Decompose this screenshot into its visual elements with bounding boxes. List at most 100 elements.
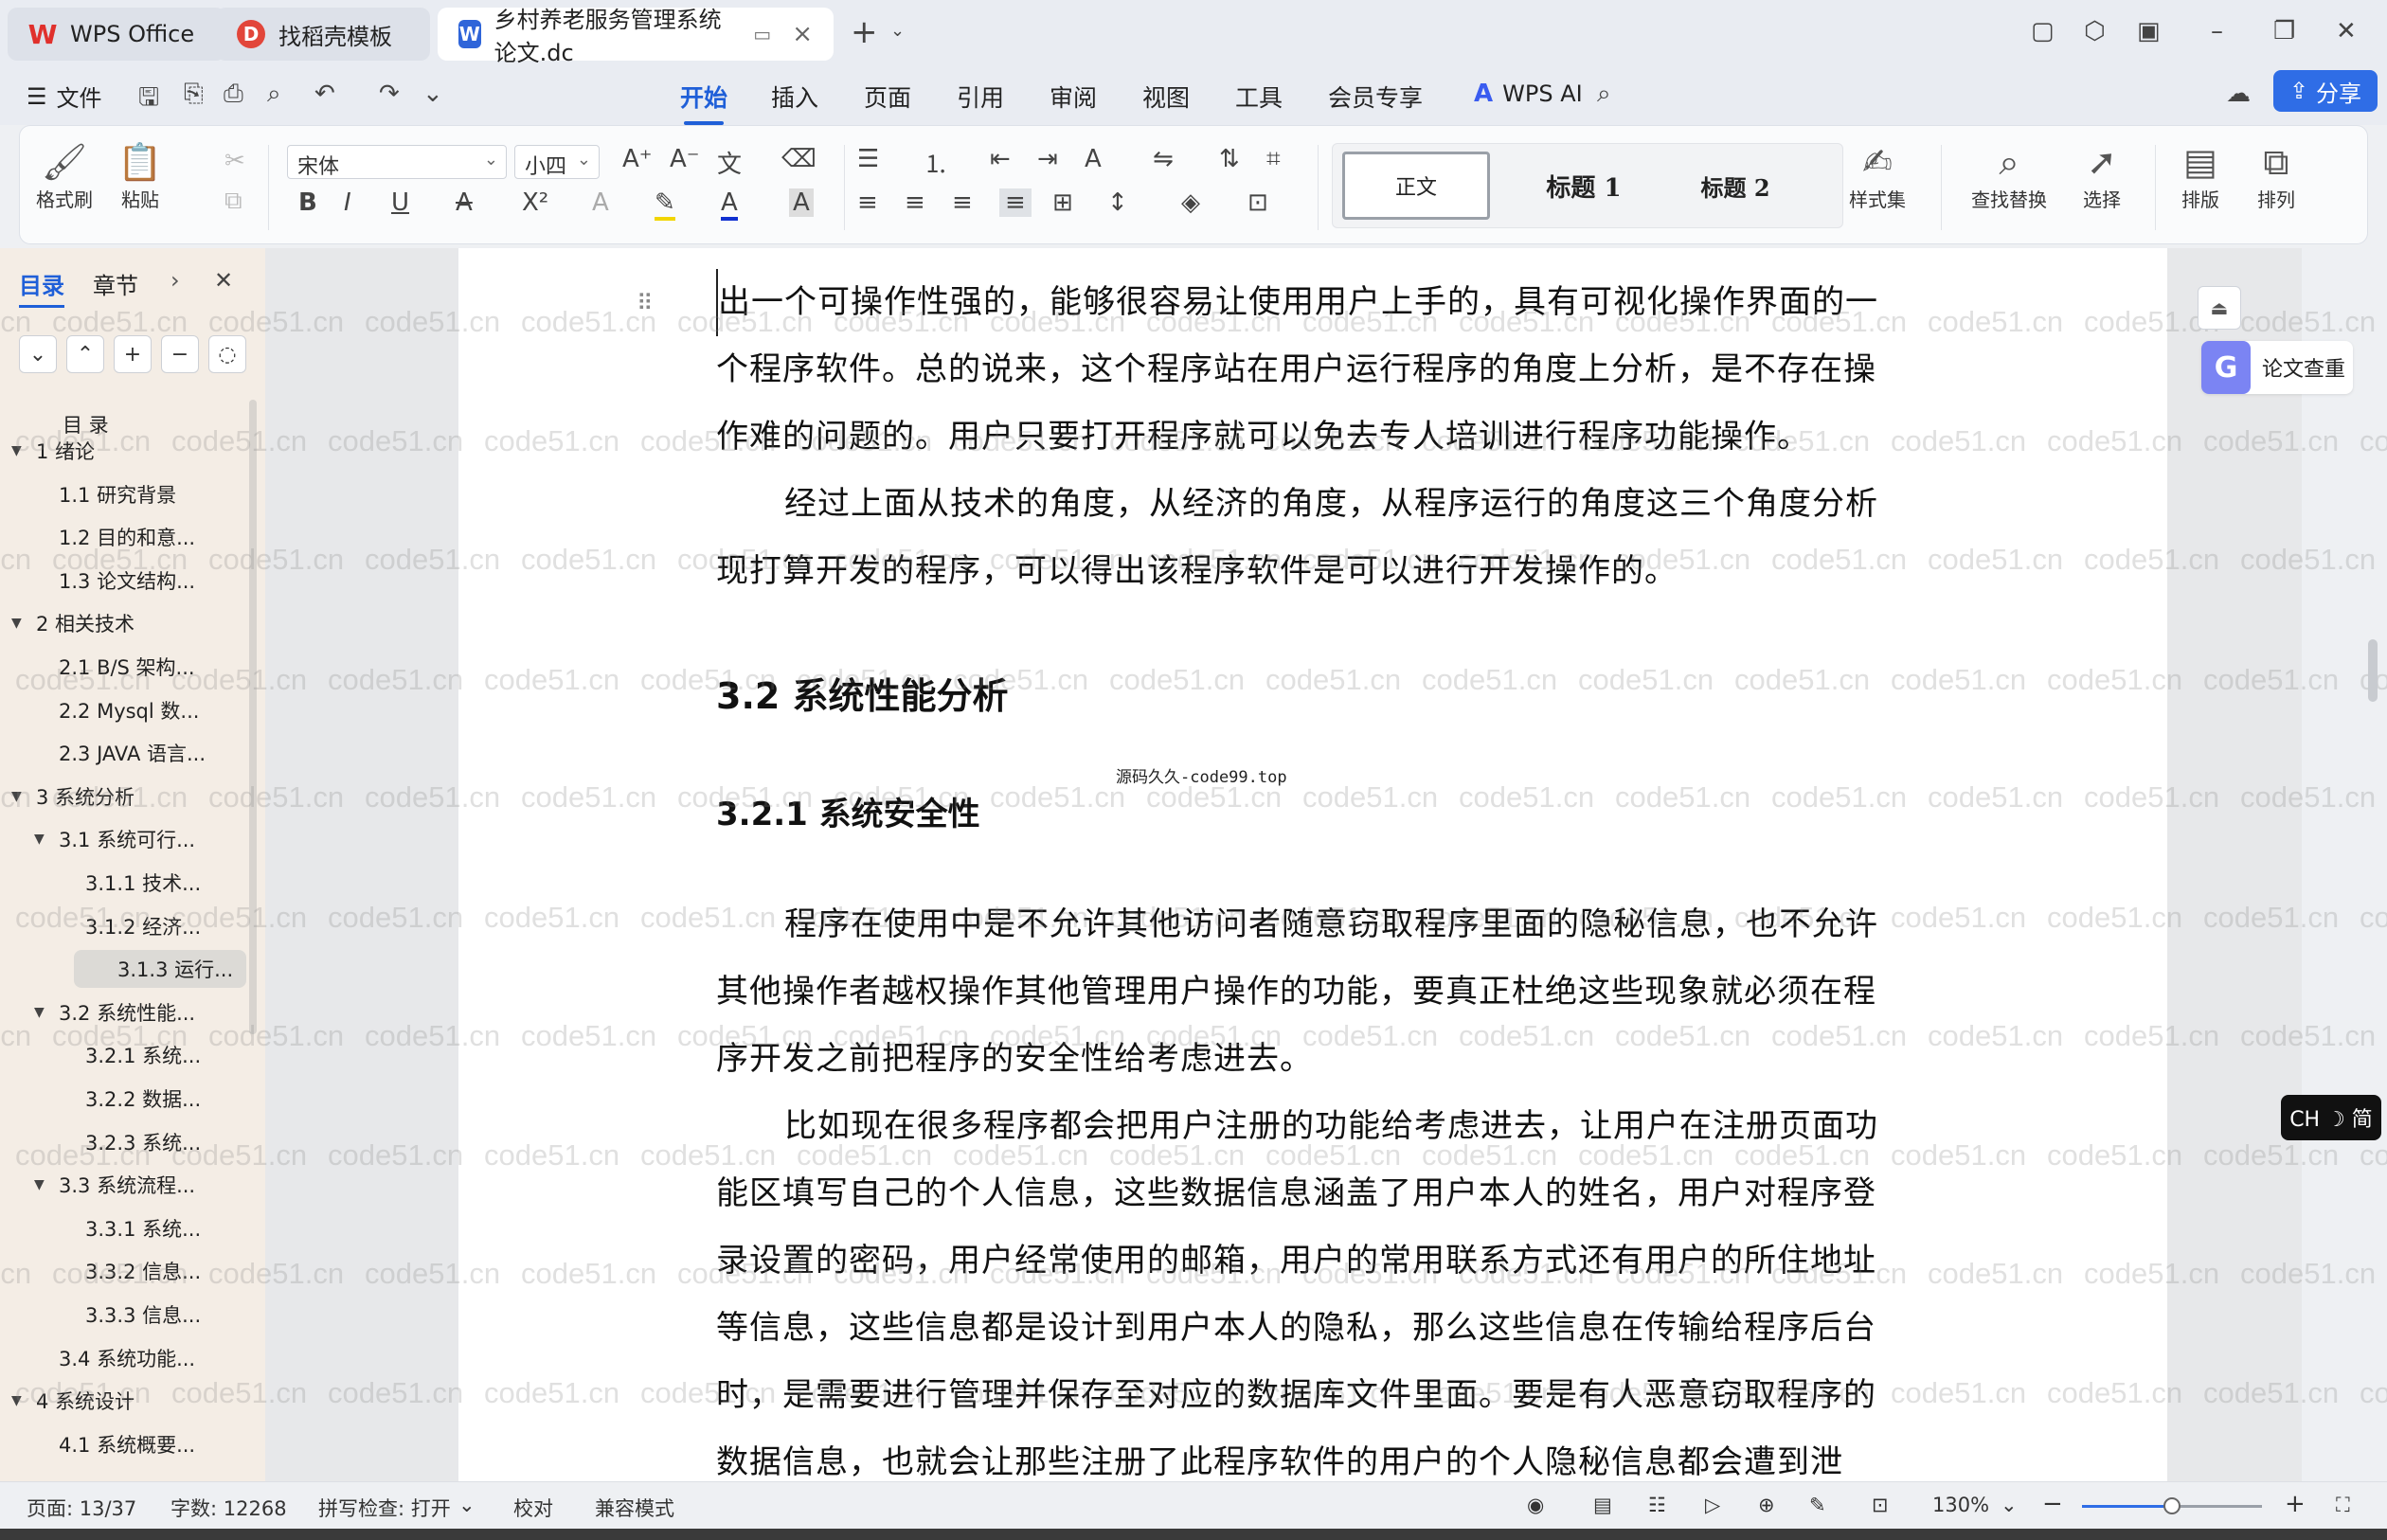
zoom-out-icon[interactable]: − (2042, 1490, 2063, 1518)
chinese-layout-icon[interactable]: ⇋ (1153, 145, 1174, 173)
toc-item[interactable]: 3.2.2 数据... (85, 1080, 201, 1118)
collapse-icon[interactable]: ⌄ (19, 335, 57, 373)
tab-references[interactable]: 引用 (957, 80, 1004, 114)
tab-template[interactable]: D 找稻壳模板 (216, 8, 430, 61)
cut-icon[interactable]: ✂ (224, 147, 245, 175)
decrease-indent-icon[interactable]: ⇤ (990, 145, 1011, 173)
find-replace-button[interactable]: ⌕ 查找替换 (1960, 139, 2058, 212)
chevron-right-icon[interactable]: › (170, 267, 180, 294)
play-icon[interactable]: ▷ (1705, 1494, 1720, 1516)
drag-handle-icon[interactable]: ⠿ (637, 290, 654, 316)
grow-font-icon[interactable]: A⁺ (622, 145, 653, 173)
close-tab-icon[interactable]: × (792, 20, 813, 48)
page-indicator[interactable]: 页面: 13/37 (27, 1494, 136, 1522)
export-icon[interactable]: ⎘ (184, 80, 204, 109)
tab-document[interactable]: W 乡村养老服务管理系统论文.dc ▭ × (438, 7, 834, 66)
toc-item[interactable]: 3.2 系统性能... (59, 994, 195, 1031)
tab-insert[interactable]: 插入 (771, 80, 818, 114)
tab-toc[interactable]: 目录 (19, 267, 64, 308)
expand-arrow-icon[interactable]: ▼ (11, 443, 22, 458)
tab-list-chevron-icon[interactable]: ⌄ (890, 21, 905, 41)
show-marks-icon[interactable]: ⌗ (1266, 145, 1281, 174)
distributed-icon[interactable]: ⊞ (1052, 188, 1073, 217)
ime-indicator[interactable]: CH ☽ 简 (2281, 1095, 2381, 1140)
add-icon[interactable]: + (114, 335, 152, 373)
font-name-select[interactable]: 宋体 ⌄ (287, 145, 507, 179)
zoom-menu-chevron-icon[interactable]: ⌄ (2001, 1494, 2018, 1516)
expand-arrow-icon[interactable]: ▼ (11, 789, 22, 804)
layout-button[interactable]: ▤ 排版 (2170, 139, 2231, 212)
strikethrough-icon[interactable]: A (456, 188, 473, 217)
toc-item[interactable]: 2 相关技术 (36, 604, 135, 642)
toc-item[interactable]: 2.1 B/S 架构... (59, 648, 195, 686)
text-direction-icon[interactable]: A (1085, 145, 1102, 173)
italic-icon[interactable]: I (344, 188, 351, 217)
tab-wps-office[interactable]: W WPS Office (8, 8, 225, 61)
zoom-in-icon[interactable]: + (2285, 1490, 2306, 1518)
paragraph-4[interactable]: 比如现在很多程序都会把用户注册的功能给考虑进去，让用户在注册页面功 能区填写自己… (716, 1093, 1910, 1496)
expand-arrow-icon[interactable]: ▼ (34, 832, 45, 847)
toc-item[interactable]: 3.1.1 技术... (85, 864, 201, 902)
fullscreen-icon[interactable]: ⛶ (2336, 1494, 2350, 1517)
paste-button[interactable]: 📋 粘贴 (107, 139, 173, 212)
style-heading-1[interactable]: 标题 1 (1513, 152, 1655, 220)
toc-item[interactable]: 3.2.1 系统... (85, 1036, 201, 1074)
line-spacing-icon[interactable]: ↕ (1107, 188, 1128, 217)
more-icon[interactable]: ◌ (208, 335, 246, 373)
page-view-icon[interactable]: ▤ (1593, 1494, 1612, 1516)
chevron-down-icon[interactable]: ⌄ (458, 1494, 476, 1516)
pen-icon[interactable]: ✎ (1809, 1494, 1826, 1516)
web-view-icon[interactable]: ⊕ (1758, 1494, 1775, 1516)
paragraph-1[interactable]: 出一个可操作性强的，能够很容易让使用用户上手的，具有可视化操作界面的一 个程序软… (716, 269, 1910, 471)
expand-arrow-icon[interactable]: ▼ (34, 1005, 45, 1020)
word-count[interactable]: 字数: 12268 (170, 1494, 287, 1522)
paragraph-3[interactable]: 程序在使用中是不允许其他访问者随意窃取程序里面的隐秘信息，也不允许 其他操作者越… (716, 891, 1910, 1093)
fit-page-icon[interactable]: ⊡ (1872, 1494, 1889, 1516)
toc-item[interactable]: 3.3.2 信息... (85, 1252, 201, 1290)
toc-item[interactable]: 2.2 Mysql 数... (59, 691, 199, 729)
select-button[interactable]: ➚ 选择 (2072, 139, 2132, 212)
undo-icon[interactable]: ↶ (314, 80, 335, 108)
zoom-slider-thumb[interactable] (2163, 1497, 2181, 1514)
shrink-font-icon[interactable]: A⁻ (670, 145, 700, 173)
style-set-button[interactable]: ✍ 样式集 (1837, 139, 1918, 212)
toc-item[interactable]: 3.1 系统可行... (59, 820, 195, 858)
expand-arrow-icon[interactable]: ▼ (34, 1177, 45, 1192)
paper-check-button[interactable]: G 论文查重 (2201, 341, 2353, 394)
justify-icon[interactable]: ≡ (999, 188, 1032, 217)
increase-indent-icon[interactable]: ⇥ (1037, 145, 1058, 173)
align-right-icon[interactable]: ≡ (952, 188, 973, 217)
toc-item[interactable]: 1.1 研究背景 (59, 475, 176, 513)
text-effect-icon[interactable]: A (592, 188, 609, 217)
new-tab-icon[interactable]: + (851, 13, 878, 51)
close-window-icon[interactable]: ✕ (2336, 17, 2357, 45)
align-center-icon[interactable]: ≡ (905, 188, 925, 217)
bold-icon[interactable]: B (298, 188, 317, 217)
remove-icon[interactable]: − (161, 335, 199, 373)
borders-icon[interactable]: ⊡ (1247, 188, 1268, 217)
toc-item[interactable]: 4.1 系统概要... (59, 1425, 195, 1463)
print-icon[interactable]: ⎙ (224, 80, 243, 109)
toc-item[interactable]: 3.4 系统功能... (59, 1339, 195, 1377)
toc-item[interactable]: 4 系统设计 (36, 1382, 135, 1420)
window-layout-icon[interactable]: ▢ (2031, 17, 2055, 45)
sort-icon[interactable]: ⇅ (1219, 145, 1240, 173)
heading-3-2[interactable]: 3.2 系统性能分析 (716, 667, 1009, 719)
proofread-button[interactable]: 校对 (513, 1494, 553, 1522)
style-heading-2[interactable]: 标题 2 (1664, 152, 1806, 220)
toc-item[interactable]: 3.3.1 系统... (85, 1209, 201, 1247)
phonetic-guide-icon[interactable]: 文 (717, 145, 742, 180)
style-normal[interactable]: 正文 (1342, 152, 1490, 220)
share-button[interactable]: ⇪ 分享 (2273, 70, 2378, 112)
superscript-icon[interactable]: X² (522, 188, 548, 217)
toc-item[interactable]: 1.2 目的和意... (59, 518, 195, 556)
tab-home[interactable]: 开始 (680, 80, 727, 125)
toc-item[interactable]: 3 系统分析 (36, 778, 135, 815)
bullet-list-icon[interactable]: ☰ (857, 145, 879, 173)
toc-item[interactable]: 3.3 系统流程... (59, 1166, 195, 1204)
close-pane-icon[interactable]: ✕ (214, 267, 233, 294)
clear-format-icon[interactable]: ⌫ (781, 145, 817, 173)
tab-chapter[interactable]: 章节 (93, 267, 138, 300)
font-size-select[interactable]: 小四 ⌄ (514, 145, 600, 179)
tab-review[interactable]: 审阅 (1050, 80, 1097, 114)
